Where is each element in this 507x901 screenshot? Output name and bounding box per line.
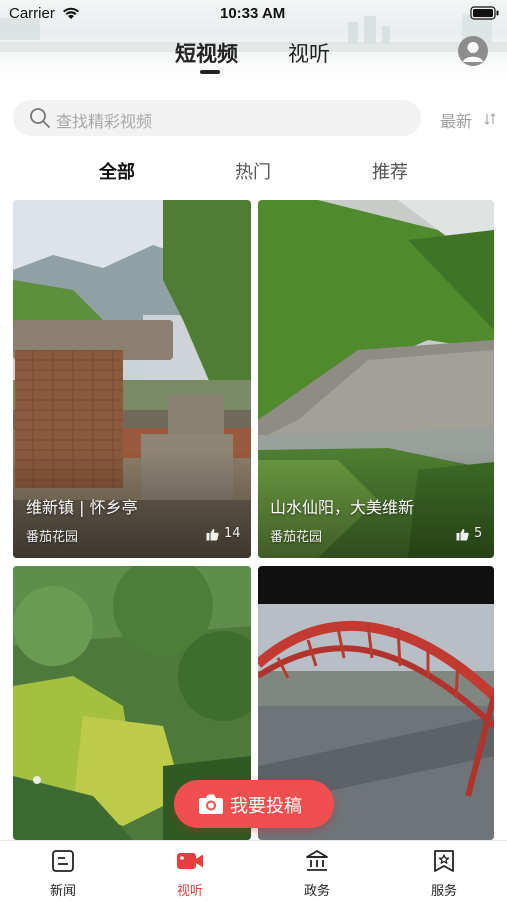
thumbs-up-icon <box>456 529 469 541</box>
tab-news[interactable]: 新闻 <box>0 841 126 901</box>
submit-video-button[interactable]: 我要投稿 <box>174 780 334 828</box>
wifi-icon <box>63 7 79 19</box>
filter-hot[interactable]: 热门 <box>235 158 271 184</box>
filter-recommended[interactable]: 推荐 <box>372 158 408 184</box>
tab-audio-video[interactable]: 视听 <box>288 38 330 68</box>
submit-video-label: 我要投稿 <box>230 796 302 817</box>
sort-latest-button[interactable]: 最新 <box>440 108 472 132</box>
sort-arrows-icon <box>484 113 496 125</box>
tab-government[interactable]: 政务 <box>254 841 380 901</box>
service-bookmark-icon <box>434 850 454 872</box>
status-time: 10:33 AM <box>220 5 286 22</box>
user-avatar-icon <box>463 42 483 62</box>
tab-short-video[interactable]: 短视频 <box>175 38 238 68</box>
tab-services[interactable]: 服务 <box>381 841 507 901</box>
video-camera-icon <box>177 853 203 869</box>
top-nav-tabs: 短视频 视听 <box>0 30 507 74</box>
card-title: 维新镇 | 怀乡亭 <box>26 498 138 517</box>
avatar[interactable] <box>458 36 488 66</box>
tab-audio-video-active[interactable]: 视听 <box>127 841 253 901</box>
card-like-count: 5 <box>474 526 483 541</box>
status-bar: Carrier 10:33 AM <box>0 0 507 28</box>
card-author: 番茄花园 <box>26 530 79 545</box>
filter-all[interactable]: 全部 <box>99 158 135 184</box>
video-card[interactable]: 维新镇 | 怀乡亭 番茄花园 14 <box>13 200 251 558</box>
government-building-icon <box>306 850 328 871</box>
card-author: 番茄花园 <box>270 530 323 545</box>
bottom-tab-bar: 新闻 视听 政务 服务 <box>0 840 507 901</box>
carrier-label: Carrier <box>9 5 55 22</box>
battery-icon <box>470 6 499 20</box>
tab-label: 视听 <box>176 884 203 899</box>
tab-label: 服务 <box>430 884 457 899</box>
card-title: 山水仙阳，大美维新 <box>270 498 415 517</box>
tab-label: 政务 <box>303 884 330 899</box>
tab-label: 新闻 <box>49 884 76 899</box>
search-placeholder: 查找精彩视频 <box>56 112 153 131</box>
active-tab-indicator <box>200 70 220 74</box>
search-icon <box>30 108 50 128</box>
video-card[interactable]: 山水仙阳，大美维新 番茄花园 5 <box>258 200 494 558</box>
camera-icon <box>199 794 223 814</box>
card-like-count: 14 <box>224 526 241 541</box>
news-icon <box>52 850 74 872</box>
thumbs-up-icon <box>206 529 219 541</box>
